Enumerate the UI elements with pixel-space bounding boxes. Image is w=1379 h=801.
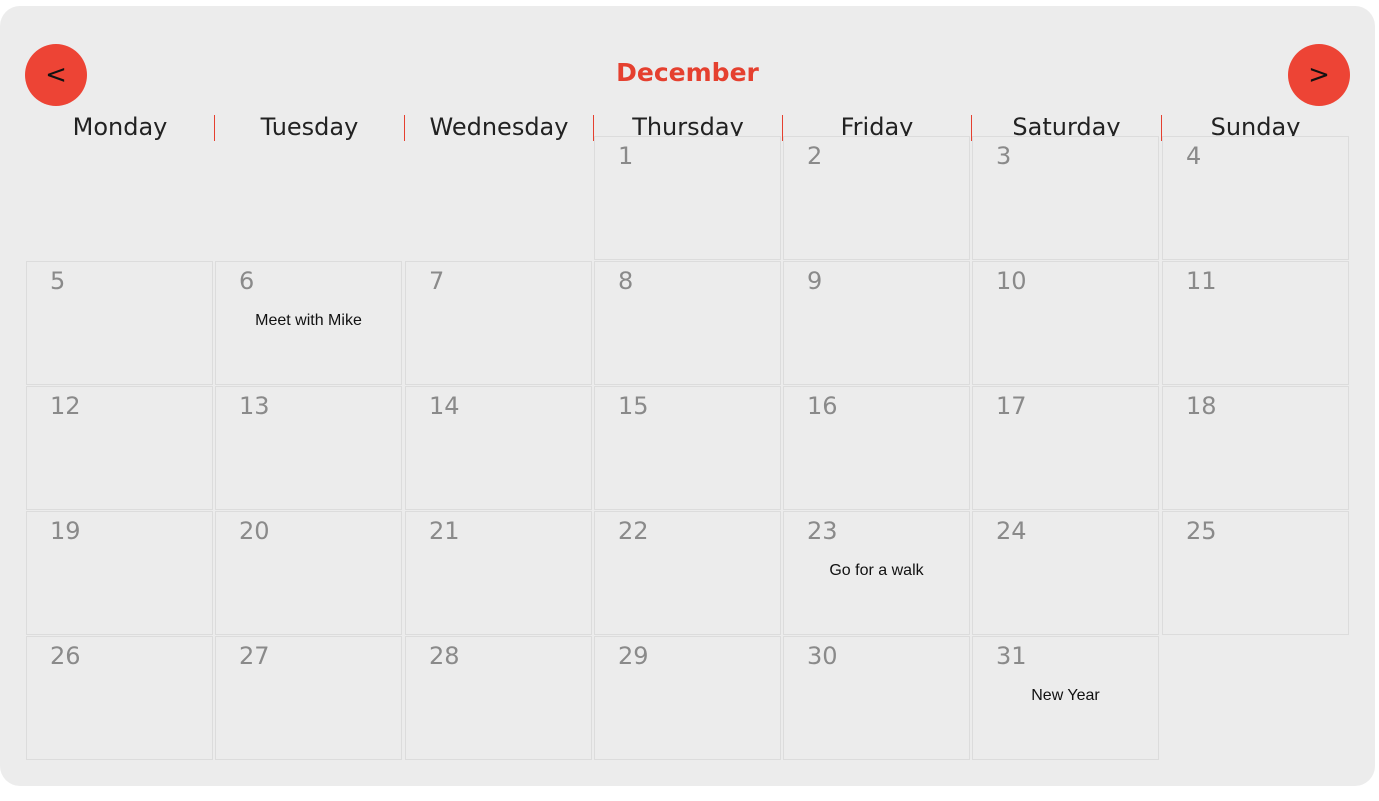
day-cell[interactable]: 17 bbox=[972, 386, 1159, 510]
day-cell[interactable]: 12 bbox=[26, 386, 213, 510]
month-title: December bbox=[616, 58, 759, 87]
day-number: 17 bbox=[996, 392, 1027, 420]
day-cell[interactable]: 13 bbox=[215, 386, 402, 510]
day-number: 5 bbox=[50, 267, 66, 295]
day-number: 25 bbox=[1186, 517, 1217, 545]
day-cell[interactable]: 20 bbox=[215, 511, 402, 635]
day-cell[interactable]: 3 bbox=[972, 136, 1159, 260]
day-cell[interactable]: 1 bbox=[594, 136, 781, 260]
day-cell[interactable]: 15 bbox=[594, 386, 781, 510]
day-number: 10 bbox=[996, 267, 1027, 295]
day-number: 16 bbox=[807, 392, 838, 420]
day-number: 11 bbox=[1186, 267, 1217, 295]
day-cell[interactable]: 5 bbox=[26, 261, 213, 385]
day-number: 28 bbox=[429, 642, 460, 670]
day-cell[interactable]: 6 Meet with Mike bbox=[215, 261, 402, 385]
day-number: 30 bbox=[807, 642, 838, 670]
day-cell[interactable]: 10 bbox=[972, 261, 1159, 385]
event-label[interactable]: Go for a walk bbox=[784, 562, 969, 580]
day-cell[interactable]: 7 bbox=[405, 261, 592, 385]
day-cell[interactable]: 23 Go for a walk bbox=[783, 511, 970, 635]
day-cell[interactable]: 30 bbox=[783, 636, 970, 760]
day-cell[interactable]: 21 bbox=[405, 511, 592, 635]
day-cell[interactable]: 28 bbox=[405, 636, 592, 760]
day-cell[interactable]: 18 bbox=[1162, 386, 1349, 510]
day-cell[interactable]: 22 bbox=[594, 511, 781, 635]
weekday-tuesday: Tuesday bbox=[260, 113, 359, 141]
day-number: 13 bbox=[239, 392, 270, 420]
calendar-card: < December > Monday Tuesday Wednesday Th… bbox=[0, 6, 1375, 786]
day-number: 26 bbox=[50, 642, 81, 670]
day-cell[interactable]: 29 bbox=[594, 636, 781, 760]
day-number: 1 bbox=[618, 142, 634, 170]
day-cell[interactable]: 9 bbox=[783, 261, 970, 385]
day-number: 31 bbox=[996, 642, 1027, 670]
day-number: 29 bbox=[618, 642, 649, 670]
day-number: 15 bbox=[618, 392, 649, 420]
day-number: 7 bbox=[429, 267, 445, 295]
event-label[interactable]: Meet with Mike bbox=[216, 312, 401, 330]
day-cell[interactable]: 19 bbox=[26, 511, 213, 635]
day-number: 19 bbox=[50, 517, 81, 545]
event-label[interactable]: New Year bbox=[973, 687, 1158, 705]
day-cell[interactable]: 11 bbox=[1162, 261, 1349, 385]
day-cell[interactable]: 26 bbox=[26, 636, 213, 760]
day-number: 21 bbox=[429, 517, 460, 545]
day-number: 9 bbox=[807, 267, 823, 295]
day-number: 14 bbox=[429, 392, 460, 420]
day-number: 6 bbox=[239, 267, 255, 295]
day-cell[interactable]: 4 bbox=[1162, 136, 1349, 260]
day-number: 4 bbox=[1186, 142, 1202, 170]
next-month-button[interactable]: > bbox=[1288, 44, 1350, 106]
day-number: 18 bbox=[1186, 392, 1217, 420]
day-cell[interactable]: 31 New Year bbox=[972, 636, 1159, 760]
day-cell[interactable]: 25 bbox=[1162, 511, 1349, 635]
day-number: 27 bbox=[239, 642, 270, 670]
weekday-wednesday: Wednesday bbox=[429, 113, 569, 141]
day-number: 20 bbox=[239, 517, 270, 545]
day-cell[interactable]: 16 bbox=[783, 386, 970, 510]
day-cell[interactable]: 2 bbox=[783, 136, 970, 260]
day-number: 12 bbox=[50, 392, 81, 420]
day-cell[interactable]: 24 bbox=[972, 511, 1159, 635]
day-number: 22 bbox=[618, 517, 649, 545]
day-cell[interactable]: 27 bbox=[215, 636, 402, 760]
day-cell[interactable]: 14 bbox=[405, 386, 592, 510]
day-number: 23 bbox=[807, 517, 838, 545]
day-number: 8 bbox=[618, 267, 634, 295]
weekday-monday: Monday bbox=[72, 113, 168, 141]
day-number: 2 bbox=[807, 142, 823, 170]
day-cell[interactable]: 8 bbox=[594, 261, 781, 385]
day-number: 3 bbox=[996, 142, 1012, 170]
day-number: 24 bbox=[996, 517, 1027, 545]
